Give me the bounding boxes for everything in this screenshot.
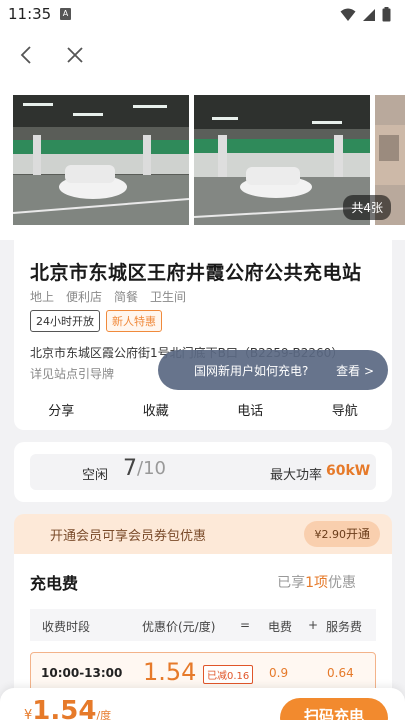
facilities-list: 地上 便利店 简餐 卫生间	[30, 288, 186, 305]
facility-item: 简餐	[114, 290, 139, 304]
idle-count: 7	[123, 456, 137, 481]
row-service: 0.64	[327, 666, 354, 680]
new-user-tooltip[interactable]: 国网新用户如何充电? 查看 >	[158, 350, 388, 390]
navigate-button[interactable]: 导航	[332, 400, 358, 419]
membership-label: 开通	[345, 527, 370, 541]
discount-summary[interactable]: 已享1项优惠	[277, 572, 356, 592]
header-equals: =	[240, 618, 251, 632]
system-icons	[340, 7, 391, 22]
photo-count-badge[interactable]: 共4张	[343, 195, 391, 220]
idle-total: /10	[137, 458, 166, 479]
row-discount-badge: 已减0.16	[203, 665, 254, 684]
share-button[interactable]: 分享	[48, 400, 74, 419]
tag-list: 24小时开放 新人特惠	[30, 310, 162, 332]
nav-bar	[0, 30, 405, 80]
availability-panel[interactable]: 空闲 7 /10 最大功率 60kW	[30, 454, 376, 490]
favorite-button[interactable]: 收藏	[143, 400, 169, 419]
station-photo[interactable]	[13, 95, 189, 225]
membership-price: ¥2.90	[314, 528, 346, 541]
station-info-card: 北京市东城区王府井霞公府公共充电站 地上 便利店 简餐 卫生间 24小时开放 新…	[14, 240, 392, 430]
back-icon[interactable]	[14, 42, 40, 68]
status-bar: 11:35 A	[0, 0, 405, 30]
action-bar: 分享 收藏 电话 导航	[14, 400, 392, 419]
fee-table-header: 收费时段 优惠价(元/度) = 电费 + 服务费	[30, 609, 376, 641]
price-value: 1.54	[32, 696, 97, 720]
facility-item: 卫生间	[150, 290, 187, 304]
header-electricity: 电费	[268, 620, 293, 634]
discount-suffix: 优惠	[328, 575, 356, 591]
header-plus: +	[308, 618, 319, 632]
idle-label: 空闲	[82, 468, 109, 483]
signal-icon	[363, 8, 375, 21]
photo-gallery[interactable]: 共4张	[0, 80, 405, 240]
header-period: 收费时段	[42, 620, 91, 634]
price-unit: /度	[96, 709, 112, 720]
tooltip-view-link[interactable]: 查看 >	[336, 362, 374, 379]
station-guide: 详见站点引导牌	[30, 367, 115, 381]
header-price: 优惠价(元/度)	[142, 620, 216, 634]
wifi-icon	[340, 8, 356, 21]
phone-button[interactable]: 电话	[237, 400, 263, 419]
facility-item: 便利店	[66, 290, 103, 304]
app-notification-icon: A	[60, 8, 71, 20]
availability-card: 空闲 7 /10 最大功率 60kW	[14, 442, 392, 502]
facility-item: 地上	[30, 290, 55, 304]
max-power-label: 最大功率	[270, 468, 323, 483]
status-time: 11:35	[8, 5, 52, 23]
member-banner: 开通会员可享会员券包优惠 ¥2.90开通	[14, 514, 392, 554]
open-membership-button[interactable]: ¥2.90开通	[304, 521, 380, 547]
open-24h-tag: 24小时开放	[30, 310, 100, 332]
bottom-price: ¥1.54/度	[24, 696, 111, 720]
discount-count: 1项	[305, 575, 328, 591]
row-electricity: 0.9	[269, 666, 289, 680]
tooltip-question: 国网新用户如何充电?	[194, 364, 309, 378]
member-promo-text: 开通会员可享会员券包优惠	[50, 529, 207, 544]
row-price: 1.54	[143, 658, 197, 686]
fee-title: 充电费	[30, 574, 79, 593]
row-period: 10:00-13:00	[41, 666, 123, 680]
battery-icon	[382, 7, 391, 22]
close-icon[interactable]	[62, 42, 88, 68]
header-service: 服务费	[326, 620, 363, 634]
new-user-tag: 新人特惠	[106, 310, 162, 332]
max-power-value: 60kW	[326, 463, 371, 479]
bottom-bar: ¥1.54/度 扫码充电	[0, 688, 405, 720]
scan-to-charge-button[interactable]: 扫码充电	[280, 698, 388, 720]
discount-prefix: 已享	[277, 575, 306, 591]
station-title: 北京市东城区王府井霞公府公共充电站	[30, 262, 362, 284]
